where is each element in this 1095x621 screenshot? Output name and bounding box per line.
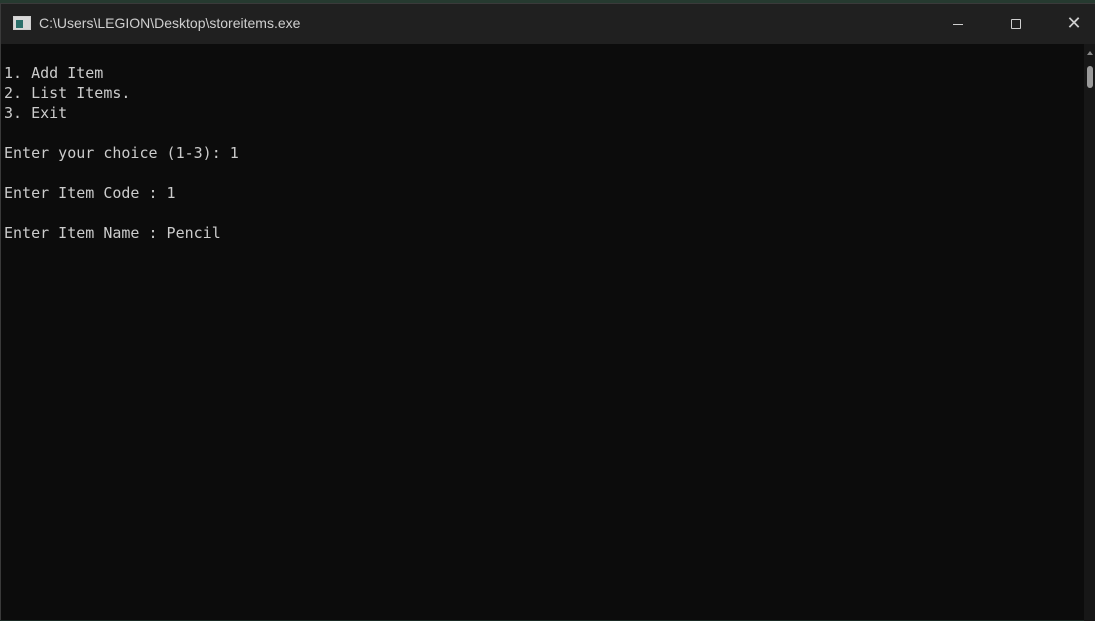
- vertical-scrollbar[interactable]: [1084, 44, 1095, 621]
- console-line: 1. Add Item: [4, 64, 104, 82]
- close-button[interactable]: ✕: [1045, 4, 1095, 44]
- console-app-icon: [13, 16, 31, 30]
- maximize-icon: [1011, 19, 1021, 29]
- console-output[interactable]: 1. Add Item 2. List Items. 3. Exit Enter…: [4, 63, 1079, 618]
- close-icon: ✕: [1066, 13, 1082, 34]
- console-line: 3. Exit: [4, 104, 68, 122]
- maximize-button[interactable]: [987, 4, 1045, 44]
- scrollbar-thumb[interactable]: [1087, 66, 1093, 88]
- console-line: 2. List Items.: [4, 84, 131, 102]
- minimize-icon: [953, 23, 963, 25]
- scroll-up-icon[interactable]: [1087, 51, 1093, 55]
- console-line: Enter Item Code : 1: [4, 184, 176, 202]
- console-line: Enter your choice (1-3): 1: [4, 144, 239, 162]
- minimize-button[interactable]: [929, 4, 987, 44]
- console-window: C:\Users\LEGION\Desktop\storeitems.exe ✕…: [0, 3, 1095, 621]
- title-bar[interactable]: C:\Users\LEGION\Desktop\storeitems.exe ✕: [1, 4, 1095, 44]
- window-title: C:\Users\LEGION\Desktop\storeitems.exe: [39, 15, 301, 31]
- console-line: Enter Item Name : Pencil: [4, 224, 221, 242]
